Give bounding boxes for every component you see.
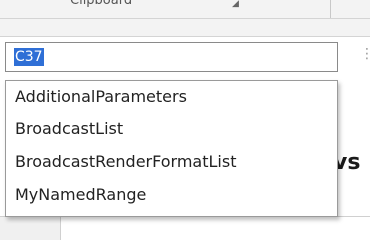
- grid-line-vertical: [60, 216, 61, 240]
- excel-window: Clipboard ◢ C37 ⋮ vs AdditionalParameter…: [0, 0, 370, 240]
- ribbon-strip: Clipboard ◢: [0, 0, 370, 19]
- name-box-value[interactable]: C37: [14, 48, 44, 66]
- dialog-launcher-icon[interactable]: ◢: [232, 0, 239, 9]
- named-range-item-broadcastlist[interactable]: BroadcastList: [15, 119, 123, 139]
- name-box[interactable]: C37: [5, 42, 338, 72]
- more-options-icon[interactable]: ⋮: [360, 47, 370, 61]
- ribbon-separator: [330, 0, 331, 18]
- named-range-item-additionalparameters[interactable]: AdditionalParameters: [15, 87, 187, 107]
- named-range-dropdown: AdditionalParameters BroadcastList Broad…: [5, 80, 338, 217]
- named-range-item-mynamedrange[interactable]: MyNamedRange: [15, 185, 146, 205]
- ribbon-group-label-clipboard: Clipboard: [70, 0, 133, 8]
- formula-bar-row: C37 ⋮: [0, 36, 370, 80]
- named-range-item-broadcastrenderformatlist[interactable]: BroadcastRenderFormatList: [15, 152, 236, 172]
- row-header: [0, 217, 60, 240]
